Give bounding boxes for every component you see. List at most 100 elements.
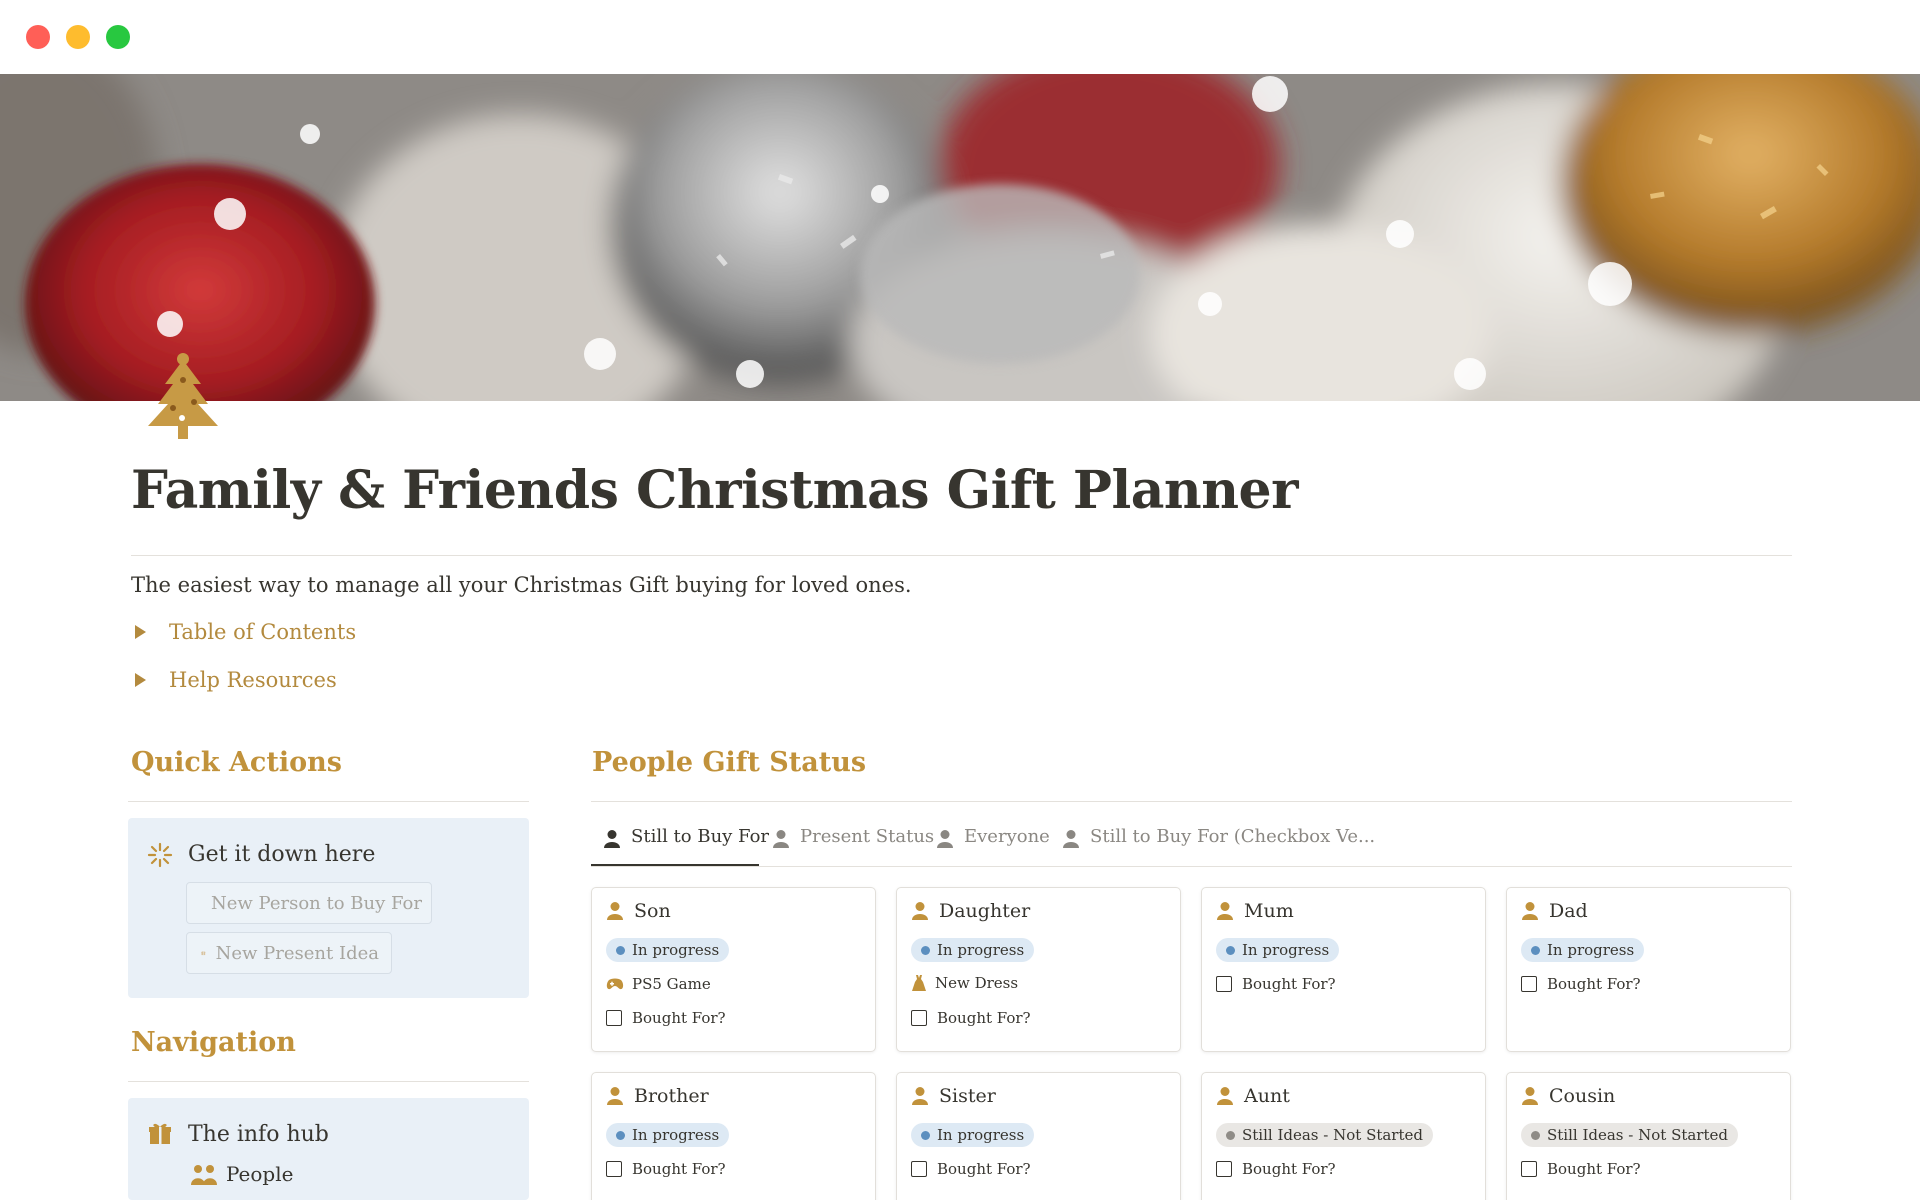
person-icon <box>1217 1087 1233 1105</box>
status-badge: In progress <box>1216 938 1340 962</box>
bought-for-checkbox[interactable]: Bought For? <box>1521 1160 1641 1178</box>
toggle-label: Table of Contents <box>169 620 357 644</box>
card-name: Sister <box>911 1085 996 1107</box>
status-label: In progress <box>632 941 720 959</box>
tab-still-to-buy-for-checkbox[interactable]: Still to Buy For (Checkbox Ve... <box>1062 826 1375 866</box>
navigation-callout: The info hub People <box>128 1098 529 1200</box>
status-badge: In progress <box>1521 938 1645 962</box>
card-name-label: Daughter <box>939 900 1031 922</box>
window-close-button[interactable] <box>26 25 50 49</box>
callout-title[interactable]: The info hub <box>188 1122 329 1147</box>
navigation-heading: Navigation <box>131 1027 296 1058</box>
card-name-label: Sister <box>939 1085 996 1107</box>
toggle-triangle-icon[interactable] <box>135 625 146 639</box>
new-present-label: New Present Idea <box>215 942 379 964</box>
bought-for-checkbox[interactable]: Bought For? <box>606 1009 726 1027</box>
gamepad-icon <box>606 978 624 990</box>
window-titlebar <box>0 0 1920 74</box>
tab-present-status[interactable]: Present Status <box>772 826 934 866</box>
gift-icon <box>148 1121 172 1149</box>
card-name-label: Mum <box>1244 900 1294 922</box>
person-card[interactable]: Son In progress PS5 Game Bought For? <box>591 887 876 1052</box>
card-name-label: Brother <box>634 1085 709 1107</box>
window-zoom-button[interactable] <box>106 25 130 49</box>
checkbox-label: Bought For? <box>632 1009 726 1027</box>
status-label: In progress <box>1547 941 1635 959</box>
person-icon <box>1063 830 1079 848</box>
view-tabs: Still to Buy For Present Status Everyone… <box>591 826 1792 867</box>
card-name: Daughter <box>911 900 1030 922</box>
person-icon <box>604 830 620 848</box>
checkbox[interactable] <box>1521 1161 1537 1177</box>
tab-label: Still to Buy For <box>631 826 770 847</box>
person-icon <box>607 902 623 920</box>
quick-actions-divider <box>128 801 529 802</box>
person-icon <box>1522 902 1538 920</box>
callout-title: Get it down here <box>188 842 376 867</box>
person-card[interactable]: Mum In progress Bought For? <box>1201 887 1486 1052</box>
checkbox[interactable] <box>606 1161 622 1177</box>
checkbox-label: Bought For? <box>1242 1160 1336 1178</box>
christmas-tree-icon[interactable] <box>146 350 220 440</box>
gift-status-divider <box>591 801 1792 802</box>
bought-for-checkbox[interactable]: Bought For? <box>606 1160 726 1178</box>
person-icon <box>937 830 953 848</box>
tab-everyone[interactable]: Everyone <box>936 826 1050 866</box>
bought-for-checkbox[interactable]: Bought For? <box>1216 1160 1336 1178</box>
card-name-label: Son <box>634 900 671 922</box>
tab-label: Present Status <box>800 826 935 847</box>
navigation-divider <box>128 1081 529 1082</box>
sparkle-icon <box>147 842 173 872</box>
page-title[interactable]: Family & Friends Christmas Gift Planner <box>131 460 1298 521</box>
tab-still-to-buy-for[interactable]: Still to Buy For <box>603 826 769 866</box>
status-badge: In progress <box>606 1123 730 1147</box>
checkbox[interactable] <box>911 1010 927 1026</box>
bought-for-checkbox[interactable]: Bought For? <box>911 1160 1031 1178</box>
person-card[interactable]: Daughter In progress New Dress Bought Fo… <box>896 887 1181 1052</box>
title-divider <box>131 555 1792 556</box>
toggle-triangle-icon[interactable] <box>135 673 146 687</box>
status-label: Still Ideas - Not Started <box>1242 1126 1423 1144</box>
cover-image <box>0 74 1920 401</box>
new-person-button[interactable]: New Person to Buy For <box>186 882 432 924</box>
status-label: Still Ideas - Not Started <box>1547 1126 1728 1144</box>
card-name: Aunt <box>1216 1085 1290 1107</box>
status-badge: In progress <box>911 1123 1035 1147</box>
nav-item-people[interactable]: People <box>190 1162 293 1186</box>
checkbox[interactable] <box>911 1161 927 1177</box>
checkbox[interactable] <box>606 1010 622 1026</box>
gift-icon <box>201 951 206 956</box>
window-minimize-button[interactable] <box>66 25 90 49</box>
bought-for-checkbox[interactable]: Bought For? <box>1521 975 1641 993</box>
card-name-label: Cousin <box>1549 1085 1616 1107</box>
tab-label: Still to Buy For (Checkbox Ve... <box>1090 826 1376 847</box>
status-label: In progress <box>937 1126 1025 1144</box>
status-label: In progress <box>1242 941 1330 959</box>
person-icon <box>1217 902 1233 920</box>
person-card[interactable]: Brother In progress Bought For? <box>591 1072 876 1200</box>
checkbox[interactable] <box>1216 976 1232 992</box>
person-card[interactable]: Aunt Still Ideas - Not Started Bought Fo… <box>1201 1072 1486 1200</box>
checkbox[interactable] <box>1521 976 1537 992</box>
person-icon <box>773 830 789 848</box>
checkbox[interactable] <box>1216 1161 1232 1177</box>
card-name-label: Dad <box>1549 900 1588 922</box>
card-name: Dad <box>1521 900 1588 922</box>
toggle-table-of-contents[interactable]: Table of Contents <box>135 620 356 644</box>
dress-icon <box>912 975 926 991</box>
person-card[interactable]: Sister In progress Bought For? <box>896 1072 1181 1200</box>
person-card[interactable]: Dad In progress Bought For? <box>1506 887 1791 1052</box>
checkbox-label: Bought For? <box>1242 975 1336 993</box>
checkbox-label: Bought For? <box>1547 975 1641 993</box>
status-badge: Still Ideas - Not Started <box>1216 1123 1433 1147</box>
present-label: New Dress <box>935 974 1019 992</box>
new-present-button[interactable]: New Present Idea <box>186 932 392 974</box>
toggle-help-resources[interactable]: Help Resources <box>135 668 337 692</box>
checkbox-label: Bought For? <box>1547 1160 1641 1178</box>
present-item: PS5 Game <box>606 975 711 993</box>
bought-for-checkbox[interactable]: Bought For? <box>1216 975 1336 993</box>
gift-status-heading: People Gift Status <box>592 747 867 778</box>
bought-for-checkbox[interactable]: Bought For? <box>911 1009 1031 1027</box>
person-card[interactable]: Cousin Still Ideas - Not Started Bought … <box>1506 1072 1791 1200</box>
nav-item-label: People <box>226 1162 294 1186</box>
